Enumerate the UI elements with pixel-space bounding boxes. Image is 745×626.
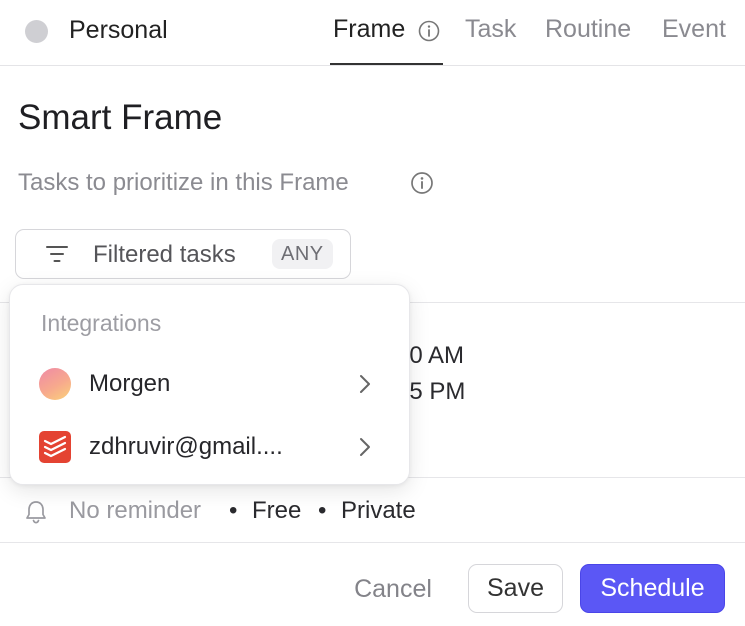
integration-label: Morgen (89, 370, 171, 397)
visibility-setting[interactable]: Private (341, 497, 416, 525)
tab-frame[interactable]: Frame (333, 15, 405, 44)
availability-setting[interactable]: Free (252, 497, 301, 525)
reminder-setting[interactable]: No reminder (69, 497, 201, 525)
separator-dot: • (229, 497, 238, 524)
calendar-name[interactable]: Personal (69, 16, 168, 45)
cancel-button[interactable]: Cancel (335, 566, 451, 612)
integrations-dropdown: Integrations Morgen zdhruvir@gmail.... (9, 284, 410, 485)
page-title: Smart Frame (18, 98, 223, 137)
bell-icon[interactable] (24, 499, 48, 525)
chevron-right-icon (360, 375, 370, 393)
chevron-right-icon (360, 438, 370, 456)
todoist-logo-icon (39, 431, 71, 463)
save-button[interactable]: Save (468, 564, 563, 613)
integration-label: zdhruvir@gmail.... (89, 433, 283, 460)
tab-routine[interactable]: Routine (545, 15, 631, 44)
separator-dot: • (318, 497, 327, 524)
calendar-color-dot[interactable] (25, 20, 48, 43)
dialog-header: Personal Frame Task Routine Event (0, 0, 745, 66)
info-icon[interactable] (418, 20, 440, 42)
tab-event[interactable]: Event (662, 15, 726, 44)
morgen-logo-icon (39, 368, 71, 400)
tab-task[interactable]: Task (465, 15, 516, 44)
filter-label: Filtered tasks (93, 241, 236, 268)
info-icon[interactable] (410, 171, 434, 195)
schedule-button[interactable]: Schedule (580, 564, 725, 613)
integration-item-todoist[interactable]: zdhruvir@gmail.... (10, 418, 409, 476)
smart-frame-dialog: Personal Frame Task Routine Event Smart … (0, 0, 745, 626)
filter-mode-badge: ANY (272, 239, 333, 269)
section-subtitle: Tasks to prioritize in this Frame (18, 169, 349, 196)
footer-divider (0, 542, 745, 543)
filtered-tasks-button[interactable]: Filtered tasks ANY (15, 229, 351, 279)
integration-item-morgen[interactable]: Morgen (10, 355, 409, 413)
dropdown-header: Integrations (41, 310, 162, 336)
filter-icon (46, 246, 68, 262)
event-details-row: No reminder • Free • Private (24, 495, 724, 529)
active-tab-indicator (330, 63, 443, 65)
